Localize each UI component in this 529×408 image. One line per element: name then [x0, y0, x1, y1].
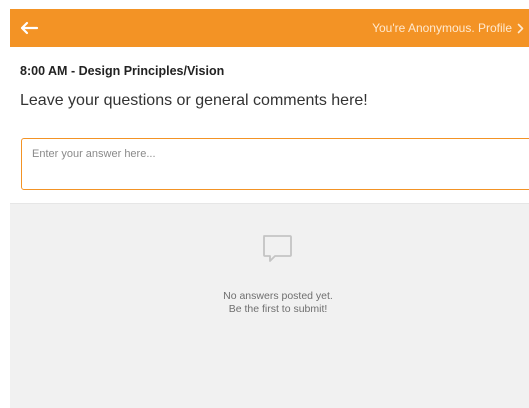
session-title: 8:00 AM - Design Principles/Vision — [20, 64, 225, 78]
page: You're Anonymous. Profile 8:00 AM - Desi… — [0, 0, 529, 408]
answer-input[interactable] — [21, 138, 529, 190]
arrow-left-icon — [20, 21, 39, 35]
top-bar: You're Anonymous. Profile — [10, 9, 529, 47]
question-text: Leave your questions or general comments… — [20, 92, 368, 109]
empty-state-line-1: No answers posted yet. — [223, 290, 333, 302]
empty-state-message: No answers posted yet. Be the first to s… — [10, 290, 529, 316]
chevron-right-icon — [517, 23, 524, 34]
back-button[interactable] — [18, 17, 40, 39]
speech-bubble-icon — [263, 235, 292, 262]
profile-label: You're Anonymous. Profile — [372, 21, 512, 35]
profile-link[interactable]: You're Anonymous. Profile — [372, 9, 524, 47]
answers-panel: No answers posted yet. Be the first to s… — [10, 203, 529, 408]
empty-state-line-2: Be the first to submit! — [228, 303, 328, 315]
